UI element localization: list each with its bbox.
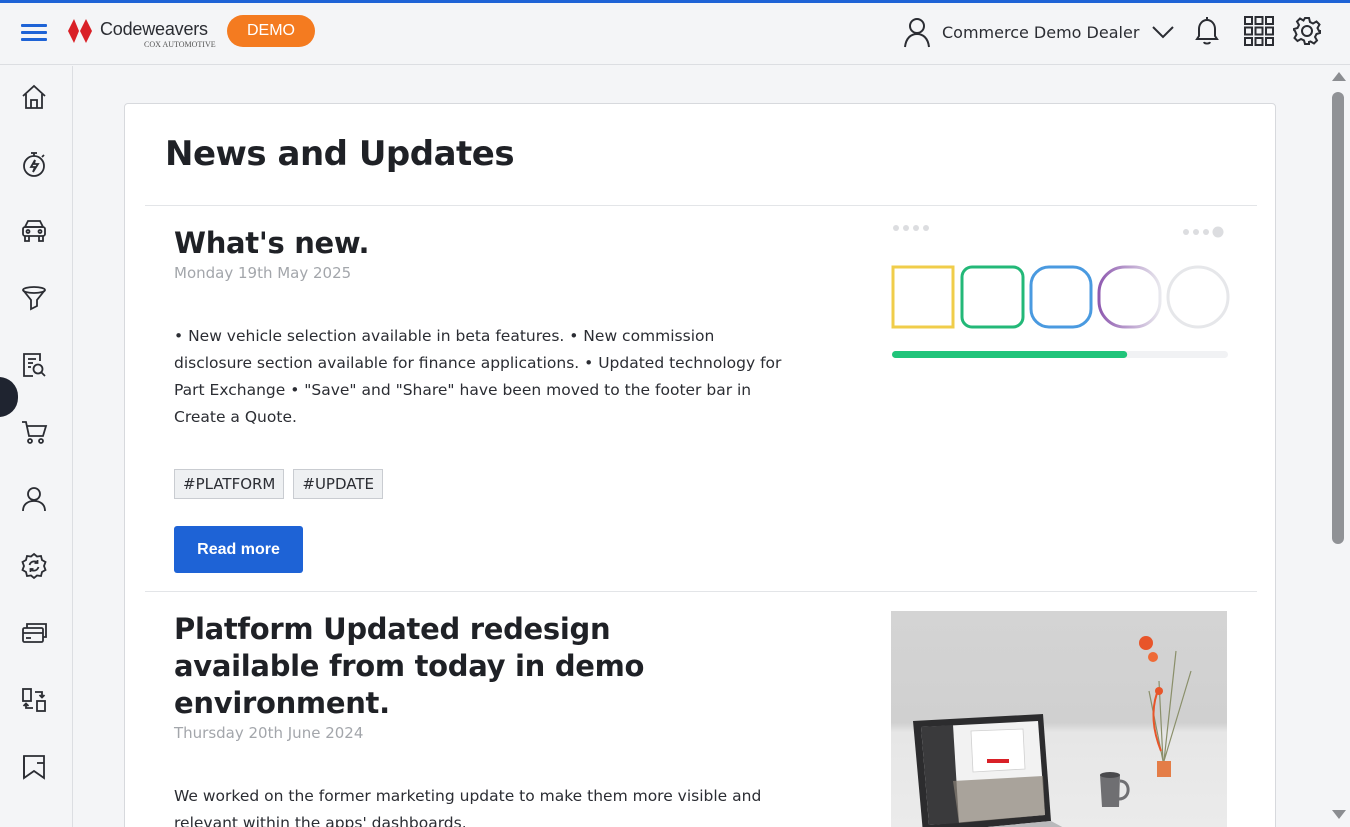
page-title: News and Updates: [165, 134, 515, 174]
title-divider: [145, 205, 1257, 206]
article-tags: #PLATFORM #UPDATE: [174, 469, 794, 499]
article-divider: [145, 591, 1257, 592]
sidebar-item-part-exchange[interactable]: [17, 683, 51, 717]
user-icon: [904, 18, 930, 48]
gear-icon[interactable]: [1291, 15, 1323, 47]
sidebar-item-saved[interactable]: [17, 750, 51, 784]
sidebar-item-pipeline[interactable]: [17, 281, 51, 315]
article-title: Platform Updated redesign available from…: [174, 612, 645, 720]
menu-icon[interactable]: [21, 22, 47, 42]
home-icon: [22, 84, 46, 109]
brand-logo[interactable]: Codeweavers COX AUTOMOTIVE: [66, 15, 216, 51]
stopwatch-lightning-icon: [23, 152, 45, 177]
read-more-button[interactable]: Read more: [174, 526, 303, 573]
article-date: Monday 19th May 2025: [174, 264, 352, 282]
brand-name: Codeweavers: [100, 19, 208, 39]
scroll-down-arrow[interactable]: [1332, 810, 1346, 819]
top-header: Codeweavers COX AUTOMOTIVE DEMO Commerce…: [0, 3, 1350, 65]
news-article: What's new. Monday 19th May 2025 • New v…: [174, 225, 794, 499]
dots-left: [893, 225, 929, 231]
sidebar-item-renewals[interactable]: [17, 549, 51, 583]
bookmark-icon: [23, 755, 45, 780]
sync-badge-icon: [21, 552, 47, 580]
funnel-icon: [22, 286, 46, 311]
demo-badge: DEMO: [227, 15, 315, 47]
tag-update[interactable]: #UPDATE: [293, 469, 383, 499]
sidebar-item-finance[interactable]: [17, 616, 51, 650]
article-illustration: [891, 225, 1230, 358]
cart-icon: [22, 421, 48, 444]
sidebar-item-search-documents[interactable]: [17, 348, 51, 382]
user-name: Commerce Demo Dealer: [942, 22, 1140, 42]
apps-grid-icon[interactable]: [1243, 15, 1275, 47]
exchange-icon: [22, 688, 46, 712]
laptop-and-vase-image: [913, 636, 1192, 827]
car-icon: [22, 220, 46, 242]
user-menu[interactable]: Commerce Demo Dealer: [902, 15, 1175, 49]
chevron-down-icon: [1152, 26, 1175, 39]
document-search-icon: [23, 353, 46, 377]
article-body: • New vehicle selection available in bet…: [174, 327, 782, 426]
article-date: Thursday 20th June 2024: [174, 724, 364, 742]
brand-sub: COX AUTOMOTIVE: [144, 40, 216, 49]
sidebar-item-customers[interactable]: [17, 482, 51, 516]
article-title: What's new.: [174, 226, 370, 260]
sidebar-nav: [0, 66, 73, 827]
sidebar-item-home[interactable]: [17, 80, 51, 114]
cards-icon: [22, 623, 47, 643]
sidebar-item-quick-quote[interactable]: [17, 147, 51, 181]
scroll-thumb[interactable]: [1332, 92, 1344, 544]
tag-platform[interactable]: #PLATFORM: [174, 469, 285, 499]
scroll-up-arrow[interactable]: [1332, 72, 1346, 81]
page-scrollbar[interactable]: [1327, 66, 1350, 827]
bell-icon[interactable]: [1191, 15, 1223, 47]
progress-fill: [892, 351, 1128, 358]
news-card: News and Updates What's new. Monday 19th…: [124, 103, 1276, 827]
users-icon: [22, 487, 46, 512]
article-body: We worked on the former marketing update…: [174, 787, 762, 827]
news-article: Platform Updated redesign available from…: [174, 611, 794, 827]
sidebar-item-orders[interactable]: [17, 415, 51, 449]
dots-right: [1183, 226, 1224, 238]
codeweavers-logo-mark: [68, 19, 92, 43]
sidebar-item-vehicles[interactable]: [17, 214, 51, 248]
article-photo: [891, 611, 1227, 827]
